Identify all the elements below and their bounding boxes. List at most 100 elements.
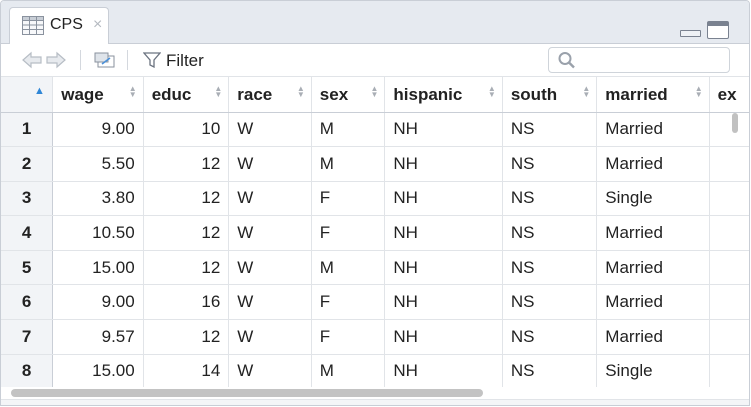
cell-hispanic[interactable]: NH	[384, 354, 503, 387]
cell-hispanic[interactable]: NH	[384, 215, 503, 251]
cell-south[interactable]: NS	[502, 284, 598, 321]
cell-married[interactable]: Single	[596, 181, 710, 217]
table-row[interactable]: 3 3.80 12 W F NH NS Single	[1, 181, 749, 217]
cell-hispanic[interactable]: NH	[384, 250, 503, 286]
cell-hispanic[interactable]: NH	[384, 319, 503, 355]
table-row[interactable]: 5 15.00 12 W M NH NS Married	[1, 250, 749, 286]
cell-educ[interactable]: 12	[143, 146, 230, 182]
cell-race[interactable]: W	[228, 250, 312, 286]
cell-ex[interactable]	[709, 215, 749, 251]
sort-arrows-icon[interactable]: ▲ ▼	[214, 85, 222, 99]
cell-south[interactable]: NS	[502, 319, 598, 355]
cell-ex[interactable]	[709, 354, 749, 387]
cell-married[interactable]: Married	[596, 112, 710, 148]
cell-ex[interactable]	[709, 250, 749, 286]
cell-race[interactable]: W	[228, 181, 312, 217]
table-row[interactable]: 6 9.00 16 W F NH NS Married	[1, 284, 749, 321]
cell-sex[interactable]: M	[311, 250, 386, 286]
cell-wage[interactable]: 5.50	[52, 146, 144, 182]
cell-wage[interactable]: 15.00	[52, 250, 144, 286]
horizontal-scrollbar[interactable]	[1, 387, 749, 399]
column-header-sex[interactable]: sex ▲ ▼	[311, 77, 386, 113]
maximize-pane-button[interactable]	[707, 21, 729, 39]
cell-married[interactable]: Married	[596, 284, 710, 321]
column-header-ex[interactable]: ex	[709, 77, 749, 113]
cell-race[interactable]: W	[228, 112, 312, 148]
cell-married[interactable]: Single	[596, 354, 710, 387]
rownum-header[interactable]: ▲	[1, 77, 54, 113]
vertical-scrollbar-thumb[interactable]	[732, 113, 738, 133]
cell-race[interactable]: W	[228, 146, 312, 182]
cell-sex[interactable]: F	[311, 215, 386, 251]
table-row[interactable]: 7 9.57 12 W F NH NS Married	[1, 319, 749, 355]
cell-sex[interactable]: M	[311, 354, 386, 387]
vertical-scrollbar[interactable]	[730, 113, 740, 135]
search-input[interactable]	[583, 50, 727, 72]
cell-wage[interactable]: 10.50	[52, 215, 144, 251]
cell-married[interactable]: Married	[596, 250, 710, 286]
cell-educ[interactable]: 10	[143, 112, 230, 148]
minimize-pane-button[interactable]	[680, 30, 701, 37]
cell-wage[interactable]: 9.00	[52, 112, 144, 148]
column-header-south[interactable]: south ▲ ▼	[502, 77, 598, 113]
search-box[interactable]	[548, 47, 730, 73]
cell-hispanic[interactable]: NH	[384, 112, 503, 148]
cell-south[interactable]: NS	[502, 354, 598, 387]
column-header-race[interactable]: race ▲ ▼	[228, 77, 312, 113]
column-header-wage[interactable]: wage ▲ ▼	[52, 77, 144, 113]
cell-ex[interactable]	[709, 146, 749, 182]
cell-wage[interactable]: 15.00	[52, 354, 144, 387]
cell-married[interactable]: Married	[596, 319, 710, 355]
cell-wage[interactable]: 9.00	[52, 284, 144, 321]
cell-ex[interactable]	[709, 181, 749, 217]
cell-sex[interactable]: F	[311, 319, 386, 355]
table-row[interactable]: 2 5.50 12 W M NH NS Married	[1, 146, 749, 182]
column-header-educ[interactable]: educ ▲ ▼	[143, 77, 230, 113]
cell-educ[interactable]: 16	[143, 284, 230, 321]
cell-educ[interactable]: 12	[143, 181, 230, 217]
sort-arrows-icon[interactable]: ▲ ▼	[129, 85, 137, 99]
horizontal-scrollbar-thumb[interactable]	[11, 389, 483, 397]
cell-sex[interactable]: F	[311, 284, 386, 321]
cell-south[interactable]: NS	[502, 112, 598, 148]
cell-south[interactable]: NS	[502, 146, 598, 182]
cell-hispanic[interactable]: NH	[384, 146, 503, 182]
cell-race[interactable]: W	[228, 284, 312, 321]
cell-educ[interactable]: 12	[143, 250, 230, 286]
cell-hispanic[interactable]: NH	[384, 181, 503, 217]
cell-sex[interactable]: F	[311, 181, 386, 217]
cell-south[interactable]: NS	[502, 181, 598, 217]
sort-arrows-icon[interactable]: ▲ ▼	[488, 85, 496, 99]
column-header-married[interactable]: married ▲ ▼	[596, 77, 710, 113]
cell-race[interactable]: W	[228, 354, 312, 387]
cell-educ[interactable]: 12	[143, 319, 230, 355]
cell-race[interactable]: W	[228, 319, 312, 355]
cell-sex[interactable]: M	[311, 112, 386, 148]
column-header-hispanic[interactable]: hispanic ▲ ▼	[384, 77, 503, 113]
sort-arrows-icon[interactable]: ▲ ▼	[370, 85, 378, 99]
cell-ex[interactable]	[709, 284, 749, 321]
table-row[interactable]: 4 10.50 12 W F NH NS Married	[1, 215, 749, 251]
table-row[interactable]: 1 9.00 10 W M NH NS Married	[1, 112, 749, 148]
cell-wage[interactable]: 3.80	[52, 181, 144, 217]
back-arrow-icon[interactable]	[21, 51, 43, 69]
sort-arrows-icon[interactable]: ▲ ▼	[297, 85, 305, 99]
cell-sex[interactable]: M	[311, 146, 386, 182]
cell-educ[interactable]: 12	[143, 215, 230, 251]
sort-arrows-icon[interactable]: ▲ ▼	[695, 85, 703, 99]
cell-wage[interactable]: 9.57	[52, 319, 144, 355]
cell-race[interactable]: W	[228, 215, 312, 251]
cell-south[interactable]: NS	[502, 215, 598, 251]
cell-ex[interactable]	[709, 319, 749, 355]
table-row[interactable]: 8 15.00 14 W M NH NS Single	[1, 354, 749, 387]
forward-arrow-icon[interactable]	[45, 51, 67, 69]
cell-educ[interactable]: 14	[143, 354, 230, 387]
close-icon[interactable]: ×	[93, 16, 102, 34]
popout-window-icon[interactable]	[93, 51, 117, 69]
sort-arrows-icon[interactable]: ▲ ▼	[582, 85, 590, 99]
cell-south[interactable]: NS	[502, 250, 598, 286]
cell-hispanic[interactable]: NH	[384, 284, 503, 321]
cell-married[interactable]: Married	[596, 146, 710, 182]
cell-married[interactable]: Married	[596, 215, 710, 251]
tab-cps[interactable]: CPS ×	[9, 7, 109, 44]
